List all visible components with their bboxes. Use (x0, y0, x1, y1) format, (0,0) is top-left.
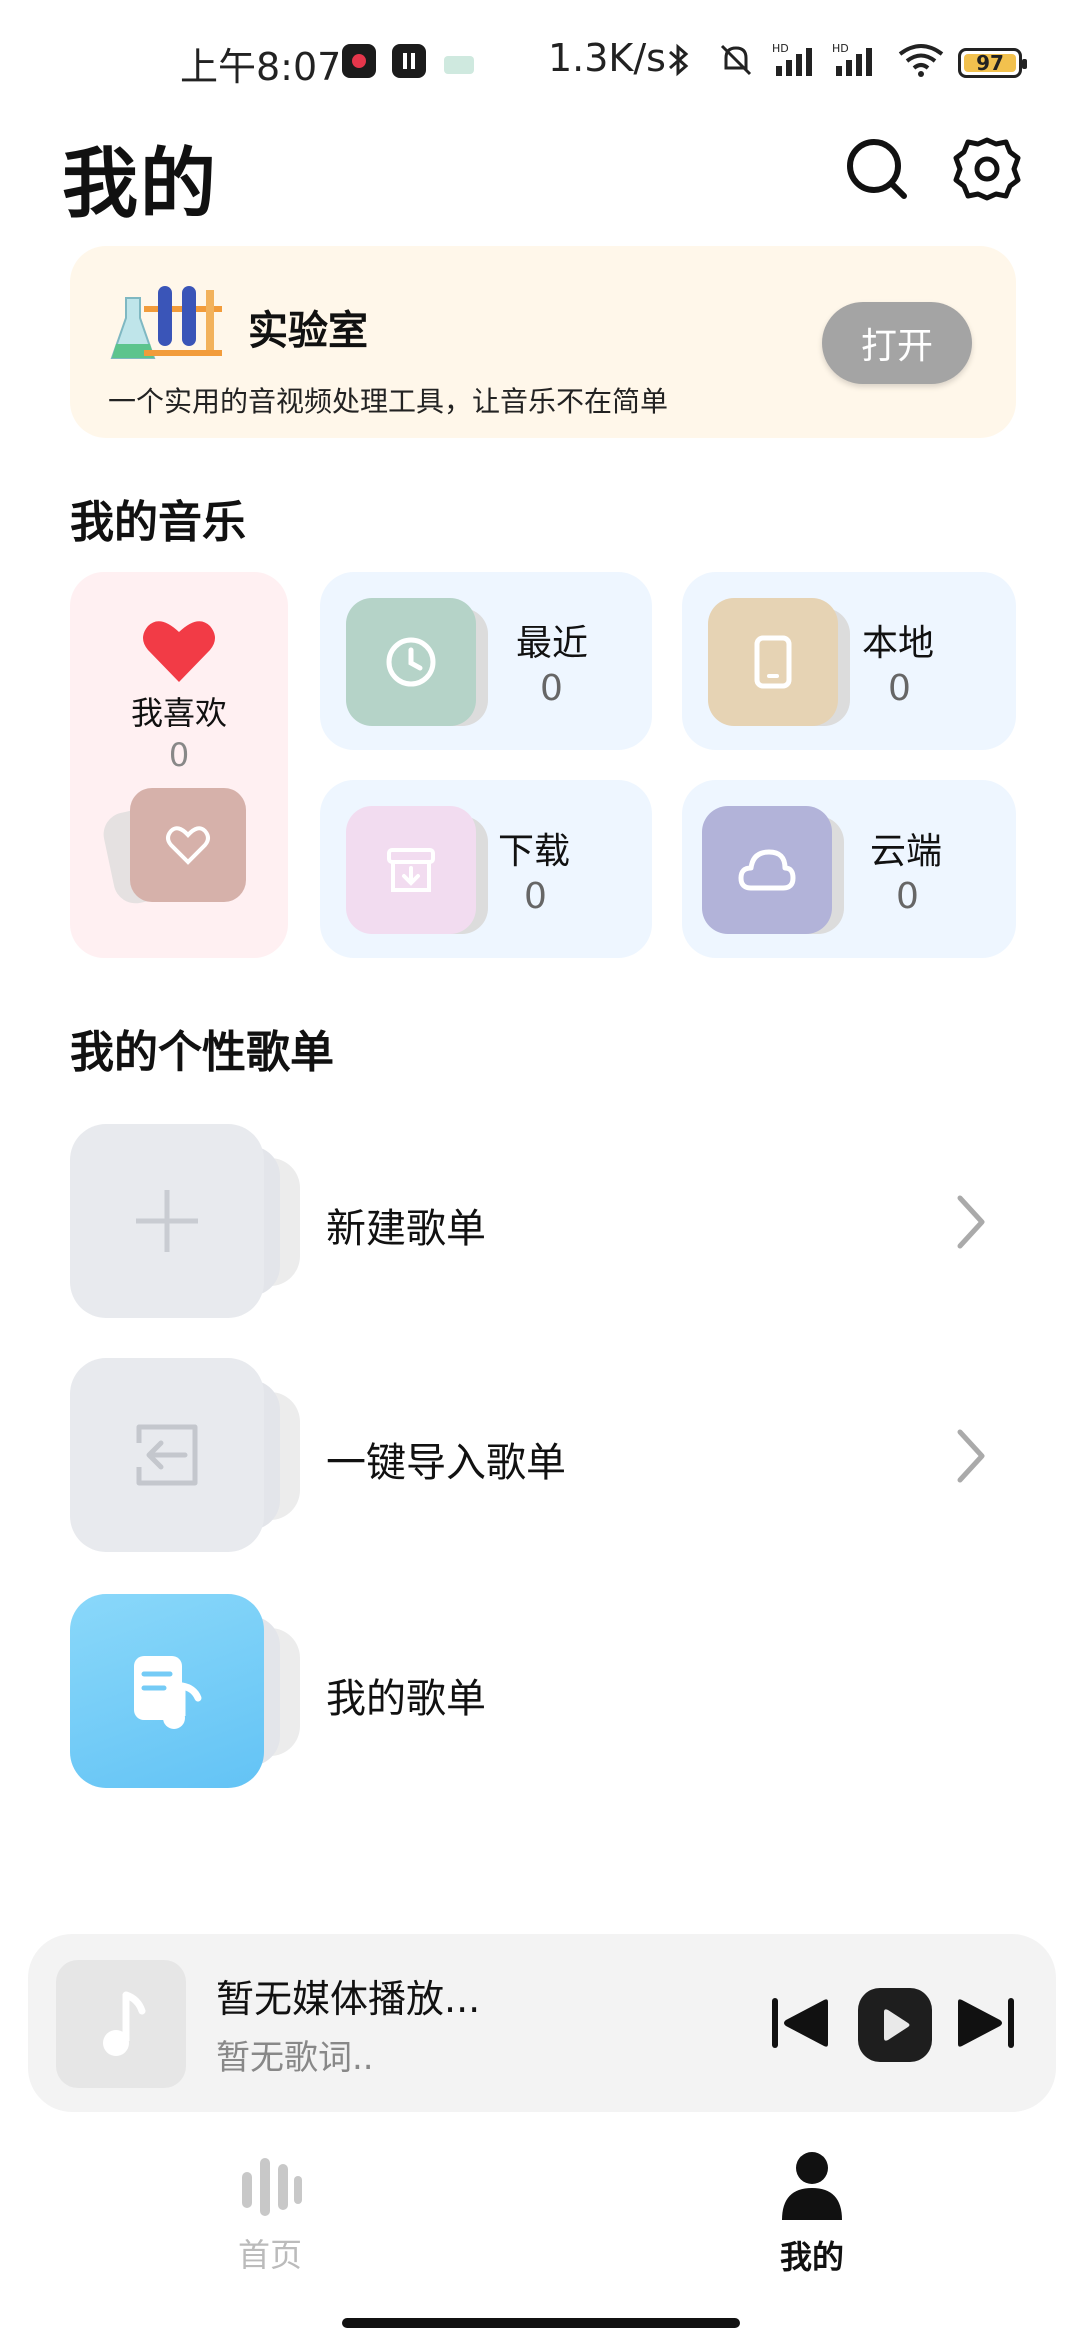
chevron-right-icon (950, 1192, 990, 1252)
phone-icon (708, 598, 838, 726)
chevron-right-icon (950, 1426, 990, 1486)
signal-icon: HD (832, 42, 884, 78)
network-speed: 1.3K/s (548, 36, 666, 80)
plus-icon (70, 1124, 264, 1318)
section-title-my-music: 我的音乐 (70, 497, 246, 548)
svg-text:HD: HD (832, 42, 849, 55)
battery-icon: 97 (958, 48, 1027, 78)
import-playlist-label: 一键导入歌单 (326, 1440, 566, 1486)
battery-level: 97 (964, 51, 1016, 75)
player-subtitle: 暂无歌词.. (216, 2038, 374, 2078)
section-title-playlists: 我的个性歌单 (70, 1027, 334, 1078)
lab-open-button[interactable]: 打开 (822, 302, 972, 384)
sound-bars-icon (236, 2152, 306, 2222)
lab-flask-icon (106, 278, 222, 368)
recent-count: 0 (540, 668, 563, 709)
music-note-icon (56, 1960, 186, 2088)
cloud-count: 0 (896, 876, 919, 917)
app-notification-icon (342, 44, 376, 78)
local-label: 本地 (862, 623, 935, 664)
favorite-count: 0 (168, 736, 190, 774)
signal-icon: HD (772, 42, 824, 78)
svg-text:HD: HD (772, 42, 789, 55)
lab-title: 实验室 (248, 308, 368, 354)
play-icon (884, 2009, 910, 2041)
clock-icon (346, 598, 476, 726)
music-note-doc-icon (70, 1594, 264, 1788)
search-icon[interactable] (842, 134, 912, 204)
mute-bell-icon (716, 42, 756, 78)
download-box-icon (346, 806, 476, 934)
download-label: 下载 (498, 831, 571, 872)
next-icon[interactable] (954, 1994, 1016, 2052)
nav-mine-label: 我的 (779, 2238, 844, 2276)
home-indicator[interactable] (342, 2318, 740, 2328)
pause-notification-icon (392, 44, 426, 78)
recent-label: 最近 (516, 623, 589, 664)
favorite-label: 我喜欢 (130, 694, 227, 732)
previous-icon[interactable] (770, 1994, 832, 2052)
page-title: 我的 (62, 139, 218, 228)
new-playlist-label: 新建歌单 (326, 1206, 486, 1252)
heart-icon (142, 618, 216, 684)
wifi-icon (896, 42, 946, 78)
player-title: 暂无媒体播放... (216, 1977, 481, 2021)
gear-icon[interactable] (952, 134, 1022, 204)
favorite-art (130, 788, 246, 902)
app-notification-icon (440, 48, 480, 78)
local-count: 0 (888, 668, 911, 709)
heart-outline-icon (166, 826, 210, 865)
import-icon (70, 1358, 264, 1552)
nav-home-label: 首页 (237, 2236, 302, 2274)
bluetooth-icon (664, 42, 694, 78)
cloud-icon (702, 806, 832, 934)
download-count: 0 (524, 876, 547, 917)
my-playlist-label: 我的歌单 (326, 1676, 486, 1722)
lab-description: 一个实用的音视频处理工具，让音乐不在简单 (108, 385, 669, 418)
person-icon (778, 2150, 846, 2222)
cloud-label: 云端 (870, 831, 943, 872)
status-time: 上午8:07 (180, 45, 342, 89)
play-button[interactable] (858, 1988, 932, 2062)
